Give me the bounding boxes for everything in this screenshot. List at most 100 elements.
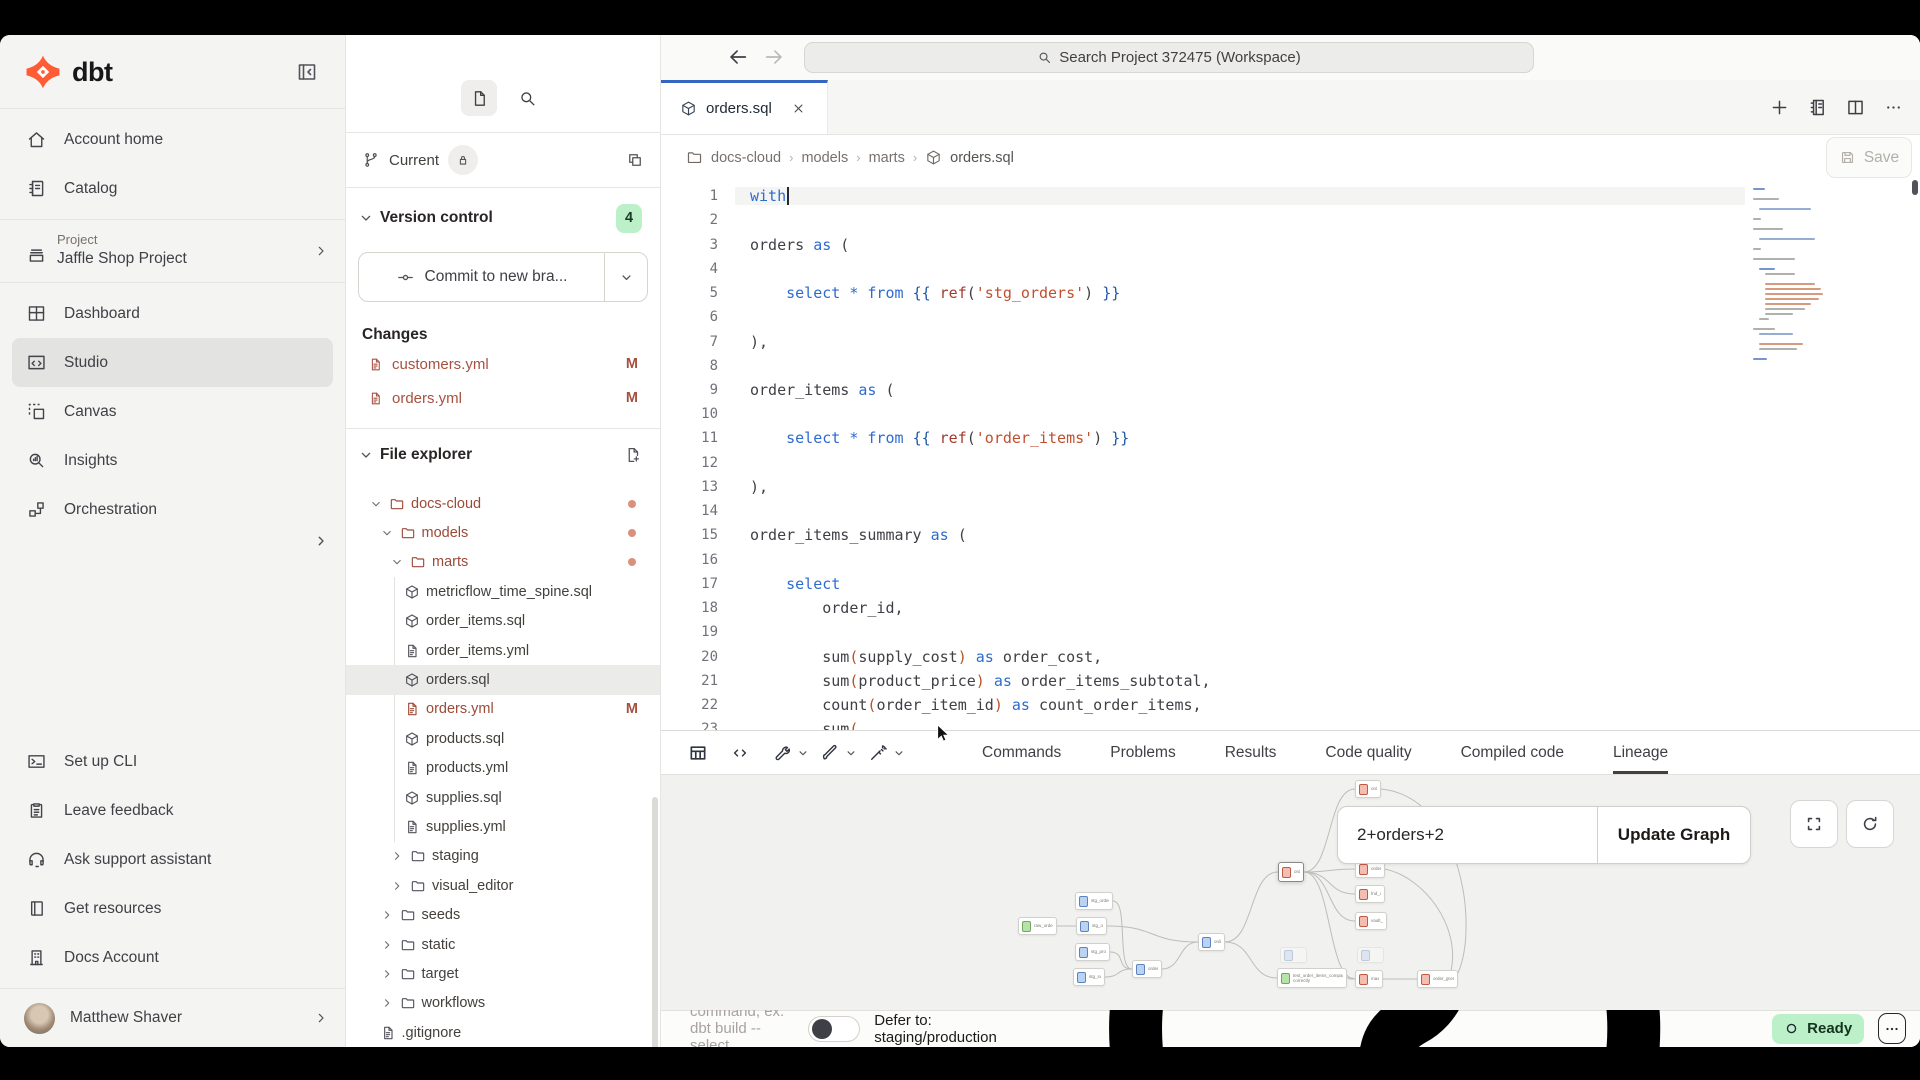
lineage-node-order-gross-profit[interactable]: order_gross_profit xyxy=(1417,970,1458,988)
copy-branch-icon[interactable] xyxy=(626,151,644,169)
sidebar-item-dashboard[interactable]: Dashboard xyxy=(12,289,333,338)
format-brush-icon[interactable] xyxy=(820,743,840,763)
lineage-node-ghost[interactable] xyxy=(1280,947,1307,963)
command-more-button[interactable] xyxy=(1878,1013,1906,1044)
close-tab-icon[interactable] xyxy=(791,101,806,116)
tree-item-products-yml[interactable]: products.yml xyxy=(346,754,660,783)
save-button[interactable]: Save xyxy=(1826,137,1912,178)
plus-icon[interactable] xyxy=(1769,97,1790,118)
panel-tab-compiled-code[interactable]: Compiled code xyxy=(1461,731,1564,774)
lineage-selector-input[interactable]: 2+orders+2 xyxy=(1338,807,1597,863)
lineage-node-test-order-items-compare-to-bo[interactable]: test_order_items_compare_to_boo correctl… xyxy=(1277,968,1347,988)
commit-dropdown-button[interactable] xyxy=(604,253,647,301)
sidebar-item-leave-feedback[interactable]: Leave feedback xyxy=(12,786,333,835)
tree-item-orders-sql[interactable]: orders.sql xyxy=(346,665,660,694)
sidebar-item-canvas[interactable]: Canvas xyxy=(12,387,333,436)
chevron-down-icon[interactable] xyxy=(844,746,858,760)
editor-scrollbar[interactable] xyxy=(1912,180,1918,195)
lineage-graph[interactable]: raw_orders stg_order_items stg_orders stg_p… xyxy=(661,775,1920,1010)
sidebar-item-orchestration[interactable]: Orchestration xyxy=(12,485,333,534)
forward-arrow-icon[interactable] xyxy=(763,46,785,68)
user-menu[interactable]: Matthew Shaver xyxy=(0,988,345,1047)
panel-tab-lineage[interactable]: Lineage xyxy=(1613,731,1668,774)
new-file-icon[interactable] xyxy=(624,446,642,464)
lineage-node-orders[interactable]: orders xyxy=(1278,862,1304,882)
sidebar-item-project[interactable]: Project Jaffle Shop Project xyxy=(0,220,345,282)
collapse-sidebar-icon[interactable] xyxy=(295,60,319,84)
fullscreen-button[interactable] xyxy=(1790,800,1838,848)
update-graph-button[interactable]: Update Graph xyxy=(1597,807,1750,863)
breadcrumb-marts[interactable]: marts xyxy=(869,150,905,166)
tree-item-visual-editor[interactable]: visual_editor xyxy=(346,871,660,900)
dots-icon[interactable] xyxy=(1883,97,1904,118)
lineage-node-stg-supplies[interactable]: stg_supplies xyxy=(1073,968,1105,986)
sidebar-item-insights[interactable]: Insights xyxy=(12,436,333,485)
tree-item-supplies-yml[interactable]: supplies.yml xyxy=(346,812,660,841)
tab-orders-sql[interactable]: orders.sql xyxy=(661,80,828,134)
code-tag-icon[interactable] xyxy=(730,743,750,763)
project-search-input[interactable]: Search Project 372475 (Workspace) xyxy=(804,42,1534,73)
branch-row[interactable]: Current xyxy=(346,133,660,188)
sidebar-item-catalog[interactable]: Catalog xyxy=(12,164,333,213)
chevron-down-icon[interactable] xyxy=(796,746,810,760)
search-files-button[interactable] xyxy=(509,80,545,116)
file-explorer-header[interactable]: File explorer xyxy=(346,435,660,475)
tree-item-docs-cloud[interactable]: docs-cloud xyxy=(346,489,660,518)
tree-item-order-items-sql[interactable]: order_items.sql xyxy=(346,607,660,636)
version-control-header[interactable]: Version control 4 xyxy=(346,202,660,234)
sidebar-item-docs-account[interactable]: Docs Account xyxy=(12,933,333,982)
fix-wand-icon[interactable] xyxy=(868,743,888,763)
results-table-icon[interactable] xyxy=(688,743,708,763)
sidebar-item-ask-support-assistant[interactable]: Ask support assistant xyxy=(12,835,333,884)
tree-item-marts[interactable]: marts xyxy=(346,548,660,577)
tree-item-orders-yml[interactable]: orders.ymlM xyxy=(346,695,660,724)
lineage-node-vault-orders[interactable]: vault_orders xyxy=(1355,912,1387,930)
tree-item-order-items-yml[interactable]: order_items.yml xyxy=(346,636,660,665)
breadcrumb-orders-sql[interactable]: orders.sql xyxy=(950,150,1014,166)
build-wrench-icon[interactable] xyxy=(772,743,792,763)
lineage-node-orders[interactable]: orders xyxy=(1198,933,1225,951)
notebook-icon[interactable] xyxy=(1807,97,1828,118)
ready-status-badge[interactable]: Ready xyxy=(1772,1014,1864,1044)
sidebar-item-studio[interactable]: Studio xyxy=(12,338,333,387)
sidebar-item-set-up-cli[interactable]: Set up CLI xyxy=(12,737,333,786)
lineage-node-order-items[interactable]: order_items xyxy=(1132,960,1162,978)
tree-item-products-sql[interactable]: products.sql xyxy=(346,724,660,753)
tree-item-seeds[interactable]: seeds xyxy=(346,900,660,929)
refresh-graph-button[interactable] xyxy=(1846,800,1894,848)
dbt-logo[interactable]: dbt xyxy=(24,53,112,91)
lineage-node-raw-orders[interactable]: raw_orders xyxy=(1018,917,1057,935)
lineage-node-ghost[interactable] xyxy=(1357,947,1384,963)
changed-file-orders.yml[interactable]: orders.ymlM xyxy=(346,382,660,414)
sidebar-item-account-home[interactable]: Account home xyxy=(12,115,333,164)
split-icon[interactable] xyxy=(1845,97,1866,118)
breadcrumb-docs-cloud[interactable]: docs-cloud xyxy=(711,150,781,166)
sidebar-item-get-resources[interactable]: Get resources xyxy=(12,884,333,933)
lineage-node-stg-orders[interactable]: stg_orders xyxy=(1076,917,1107,935)
commit-button[interactable]: Commit to new bra... xyxy=(358,252,648,302)
lineage-node-orders[interactable]: orders xyxy=(1355,780,1381,798)
panel-tab-problems[interactable]: Problems xyxy=(1110,731,1175,774)
lineage-node-max-cust[interactable]: max_cust xyxy=(1355,970,1383,988)
tree-item-metricflow-time-spine-sql[interactable]: metricflow_time_spine.sql xyxy=(346,577,660,606)
panel-tab-commands[interactable]: Commands xyxy=(982,731,1061,774)
code-editor[interactable]: 1with23orders as (45 select * from {{ re… xyxy=(661,180,1920,730)
chevron-down-icon[interactable] xyxy=(892,746,906,760)
tree-item-supplies-sql[interactable]: supplies.sql xyxy=(346,783,660,812)
tree-item-staging[interactable]: staging xyxy=(346,842,660,871)
panel-tab-results[interactable]: Results xyxy=(1225,731,1277,774)
tree-item-workflows[interactable]: workflows xyxy=(346,989,660,1018)
lineage-node-stg-order-items[interactable]: stg_order_items xyxy=(1075,892,1113,910)
minimap[interactable] xyxy=(1753,188,1857,363)
changed-file-customers.yml[interactable]: customers.ymlM xyxy=(346,348,660,380)
tree-item-models[interactable]: models xyxy=(346,518,660,547)
tree-item-static[interactable]: static xyxy=(346,930,660,959)
panel-tab-code-quality[interactable]: Code quality xyxy=(1325,731,1411,774)
files-view-button[interactable] xyxy=(461,80,497,116)
lineage-node-fnd-orders[interactable]: fnd_orders xyxy=(1355,885,1385,903)
lineage-node-stg-products[interactable]: stg_products xyxy=(1075,943,1110,961)
breadcrumb-models[interactable]: models xyxy=(801,150,848,166)
tree-item-target[interactable]: target xyxy=(346,959,660,988)
defer-toggle[interactable] xyxy=(808,1016,860,1042)
back-arrow-icon[interactable] xyxy=(727,46,749,68)
